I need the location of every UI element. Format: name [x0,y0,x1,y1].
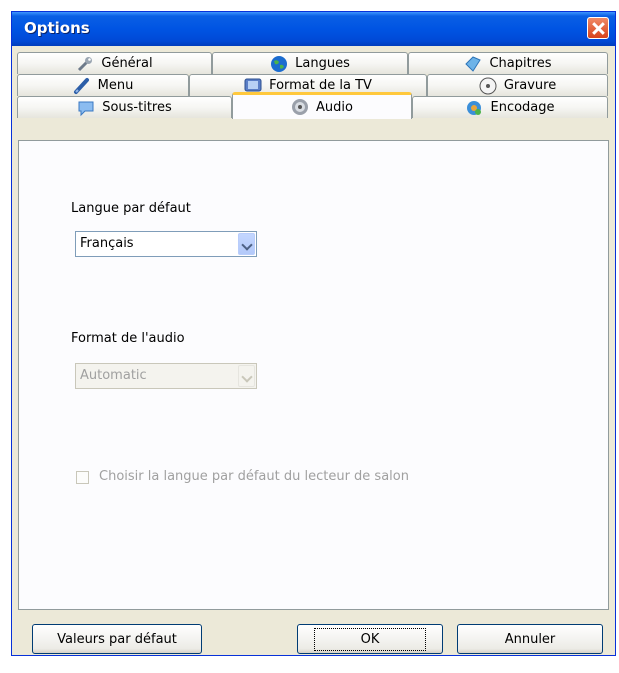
disc-icon [479,77,497,95]
cancel-button[interactable]: Annuler [457,624,603,654]
tab-label: Général [101,56,153,71]
tab-menu[interactable]: Menu [17,74,189,96]
tab-label: Audio [316,99,353,115]
tab-audio[interactable]: Audio [232,92,412,119]
tab-sous-titres[interactable]: Sous-titres [17,96,232,118]
audio-format-label: Format de l'audio [71,331,185,346]
globe-icon [270,55,288,73]
encoding-gear-icon [465,99,483,117]
bookmark-icon [464,55,482,73]
pen-icon [73,77,91,95]
audio-format-select: Automatic [75,363,257,389]
wrench-icon [76,55,94,73]
chevron-down-icon[interactable] [238,233,255,255]
tab-label: Encodage [490,100,555,115]
tab-general[interactable]: Général [17,52,212,74]
tab-label: Gravure [503,78,557,93]
tab-chapitres[interactable]: Chapitres [408,52,608,74]
tab-encodage[interactable]: Encodage [412,96,608,118]
default-language-label: Langue par défaut [71,201,191,216]
speech-bubble-icon [77,99,95,117]
audio-format-value: Automatic [80,368,147,383]
options-dialog: Options Général Langues Chapitres Menu F… [11,11,616,656]
window-title: Options [24,19,90,37]
title-bar[interactable]: Options [12,12,615,46]
defaults-button-label: Valeurs par défaut [57,631,177,647]
chevron-down-icon [238,365,255,387]
tab-label: Sous-titres [102,100,172,115]
tab-label: Chapitres [489,56,552,71]
cancel-button-label: Annuler [504,631,556,647]
default-language-value: Français [80,236,134,251]
tab-label: Langues [295,56,350,71]
defaults-button[interactable]: Valeurs par défaut [32,624,202,654]
salon-language-checkbox-label: Choisir la langue par défaut du lecteur … [99,469,409,484]
close-button[interactable] [587,17,609,39]
tab-gravure[interactable]: Gravure [427,74,608,96]
tab-label: Format de la TV [269,78,372,93]
default-language-select[interactable]: Français [75,231,257,257]
audio-panel: Langue par défaut Français Format de l'a… [18,140,609,610]
speaker-icon [291,98,309,116]
tab-label: Menu [97,78,134,93]
salon-language-checkbox [76,471,89,484]
tab-langues[interactable]: Langues [212,52,408,74]
ok-button-label: OK [313,627,427,651]
ok-button[interactable]: OK [297,624,443,654]
